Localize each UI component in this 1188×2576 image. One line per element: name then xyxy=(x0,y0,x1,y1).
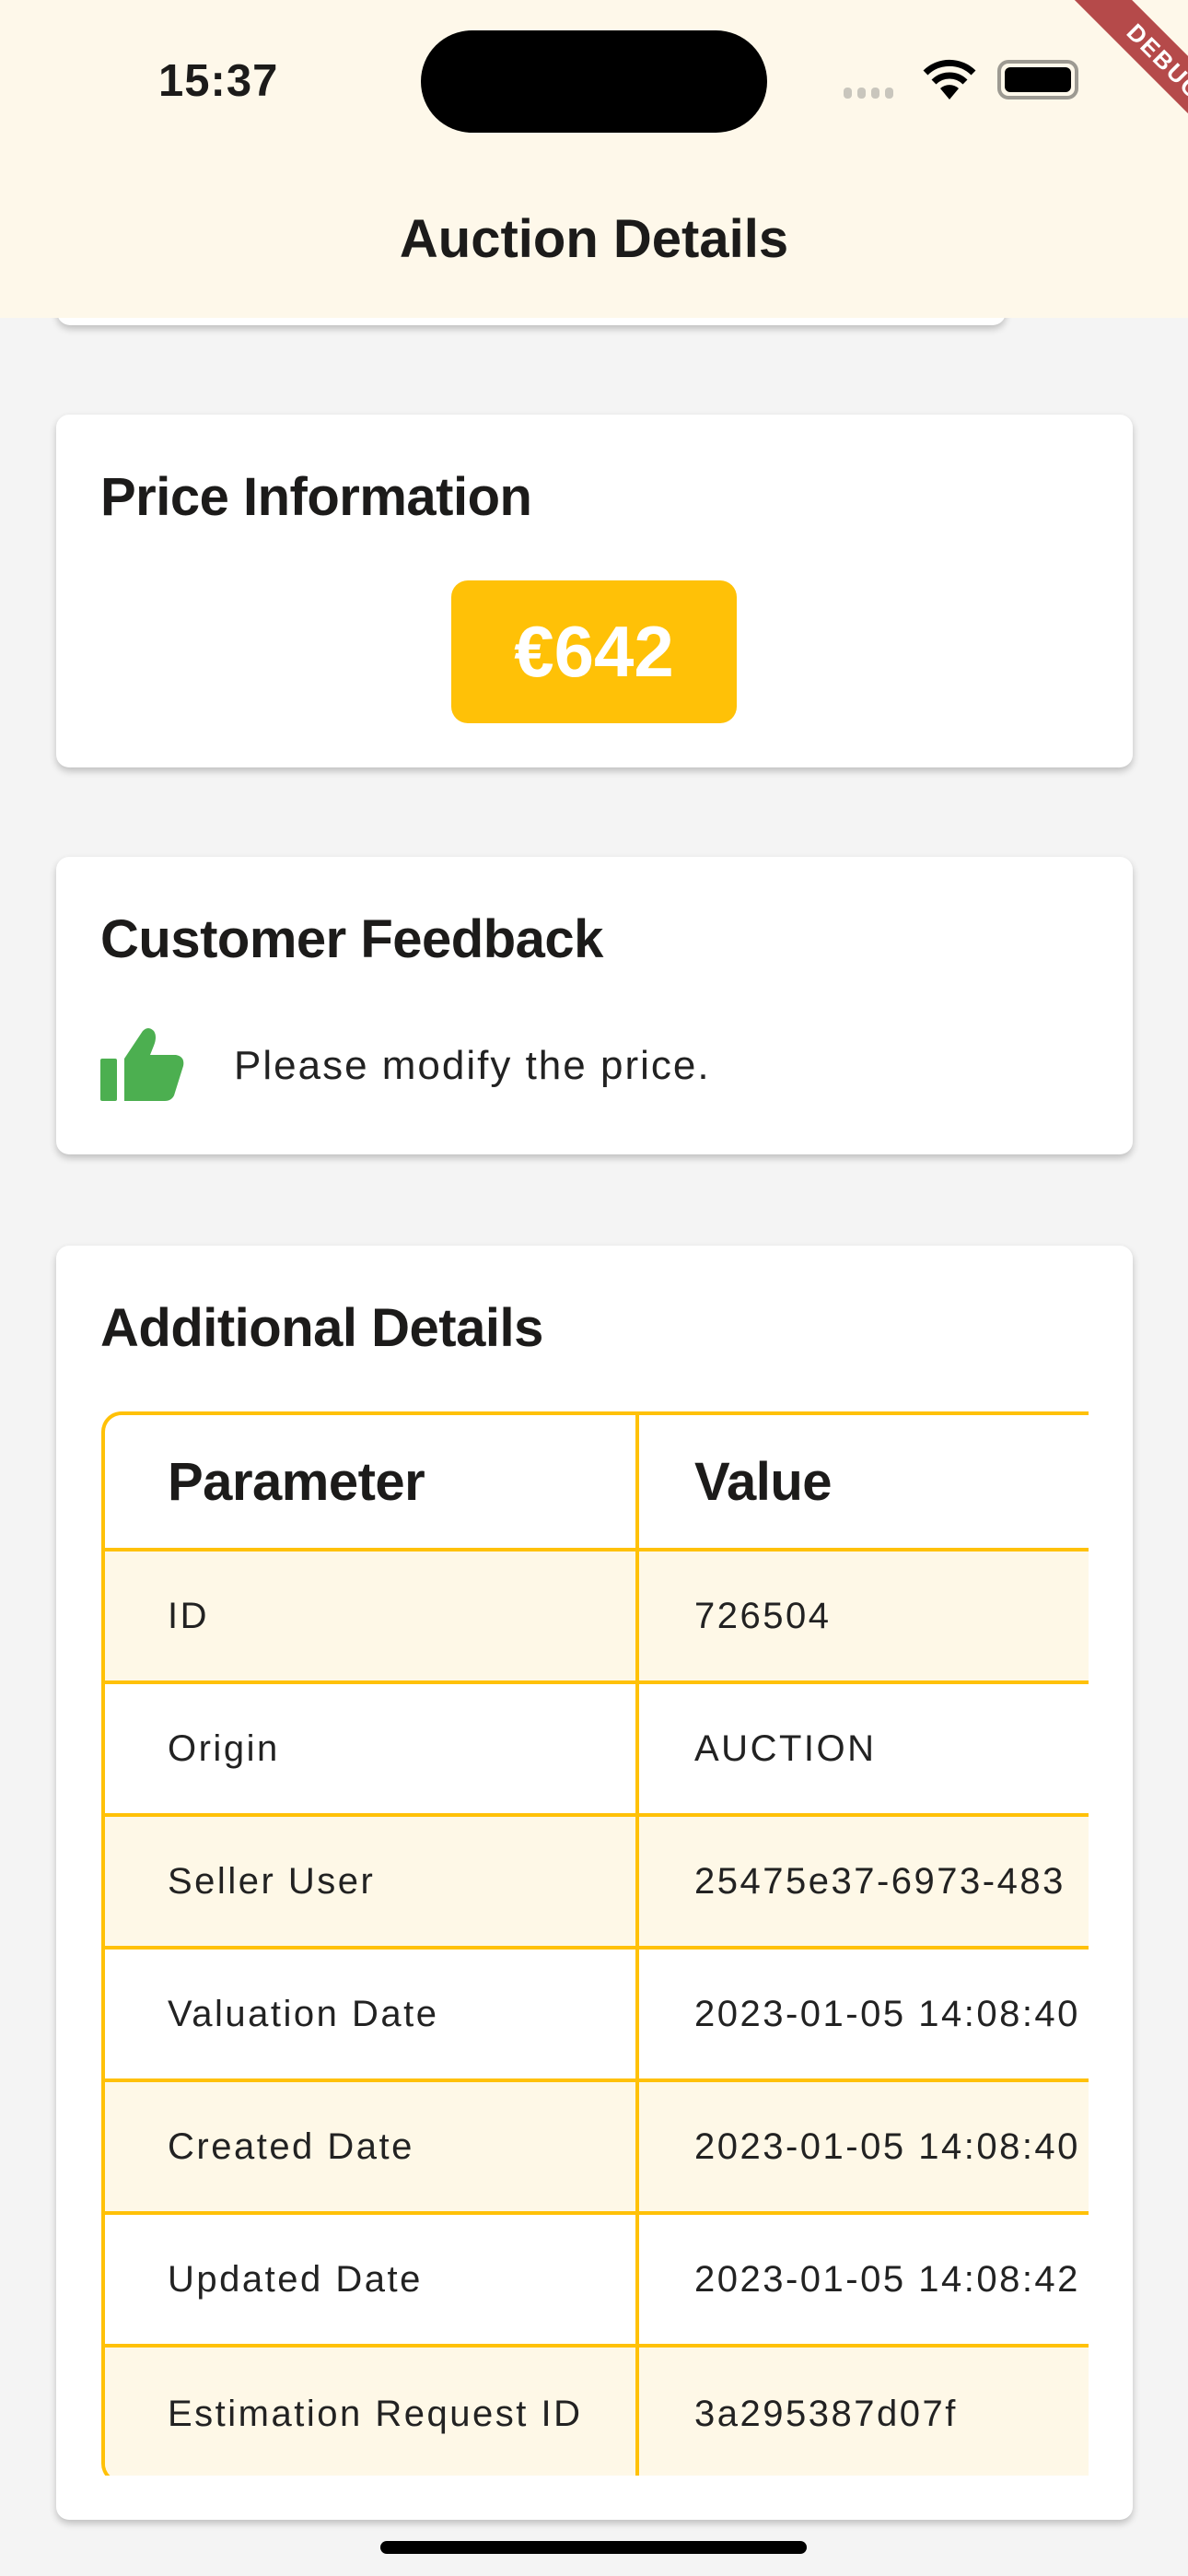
feedback-text: Please modify the price. xyxy=(234,1043,711,1088)
table-row: Valuation Date 2023-01-05 14:08:40 xyxy=(105,1950,1089,2082)
table-row: Origin AUCTION xyxy=(105,1684,1089,1817)
table-row: Created Date 2023-01-05 14:08:40 xyxy=(105,2082,1089,2215)
value-cell: 3a295387d07f xyxy=(639,2348,1089,2476)
details-table: Parameter Value ID 726504 Origin AUCTION S… xyxy=(101,1411,1089,2476)
thumbs-up-icon xyxy=(100,1025,185,1107)
table-row: Updated Date 2023-01-05 14:08:42 xyxy=(105,2215,1089,2348)
column-header-value: Value xyxy=(639,1415,1089,1551)
value-cell: 2023-01-05 14:08:40 xyxy=(639,1950,1089,2082)
price-information-card: Price Information €642 xyxy=(56,415,1133,767)
status-time: 15:37 xyxy=(158,56,279,106)
customer-feedback-card: Customer Feedback Please modify the pric… xyxy=(56,857,1133,1154)
card-title: Customer Feedback xyxy=(100,909,603,969)
table-row: Estimation Request ID 3a295387d07f xyxy=(105,2348,1089,2476)
table-header-row: Parameter Value xyxy=(105,1415,1089,1551)
price-badge: €642 xyxy=(451,580,737,723)
param-cell: Estimation Request ID xyxy=(105,2348,639,2476)
value-cell: 2023-01-05 14:08:40 xyxy=(639,2082,1089,2215)
column-header-parameter: Parameter xyxy=(105,1415,639,1551)
card-title: Additional Details xyxy=(100,1298,543,1358)
table-row: ID 726504 xyxy=(105,1551,1089,1684)
value-cell: 2023-01-05 14:08:42 xyxy=(639,2215,1089,2348)
param-cell: Valuation Date xyxy=(105,1950,639,2082)
additional-details-card: Additional Details Parameter Value ID 726… xyxy=(56,1246,1133,2520)
value-cell: 25475e37-6973-483 xyxy=(639,1817,1089,1950)
cellular-signal-icon xyxy=(844,88,893,99)
param-cell: Seller User xyxy=(105,1817,639,1950)
app-bar: 15:37 Auction Details xyxy=(0,0,1188,318)
battery-icon xyxy=(997,60,1078,100)
wifi-icon xyxy=(921,57,978,106)
param-cell: Origin xyxy=(105,1684,639,1817)
dynamic-island xyxy=(421,30,767,133)
page-title: Auction Details xyxy=(399,209,789,269)
card-title: Price Information xyxy=(100,467,532,527)
param-cell: ID xyxy=(105,1551,639,1684)
param-cell: Created Date xyxy=(105,2082,639,2215)
value-cell: 726504 xyxy=(639,1551,1089,1684)
value-cell: AUCTION xyxy=(639,1684,1089,1817)
details-table-scroll[interactable]: Parameter Value ID 726504 Origin AUCTION S… xyxy=(101,1411,1089,2476)
table-row: Seller User 25475e37-6973-483 xyxy=(105,1817,1089,1950)
home-indicator[interactable] xyxy=(380,2541,807,2554)
param-cell: Updated Date xyxy=(105,2215,639,2348)
